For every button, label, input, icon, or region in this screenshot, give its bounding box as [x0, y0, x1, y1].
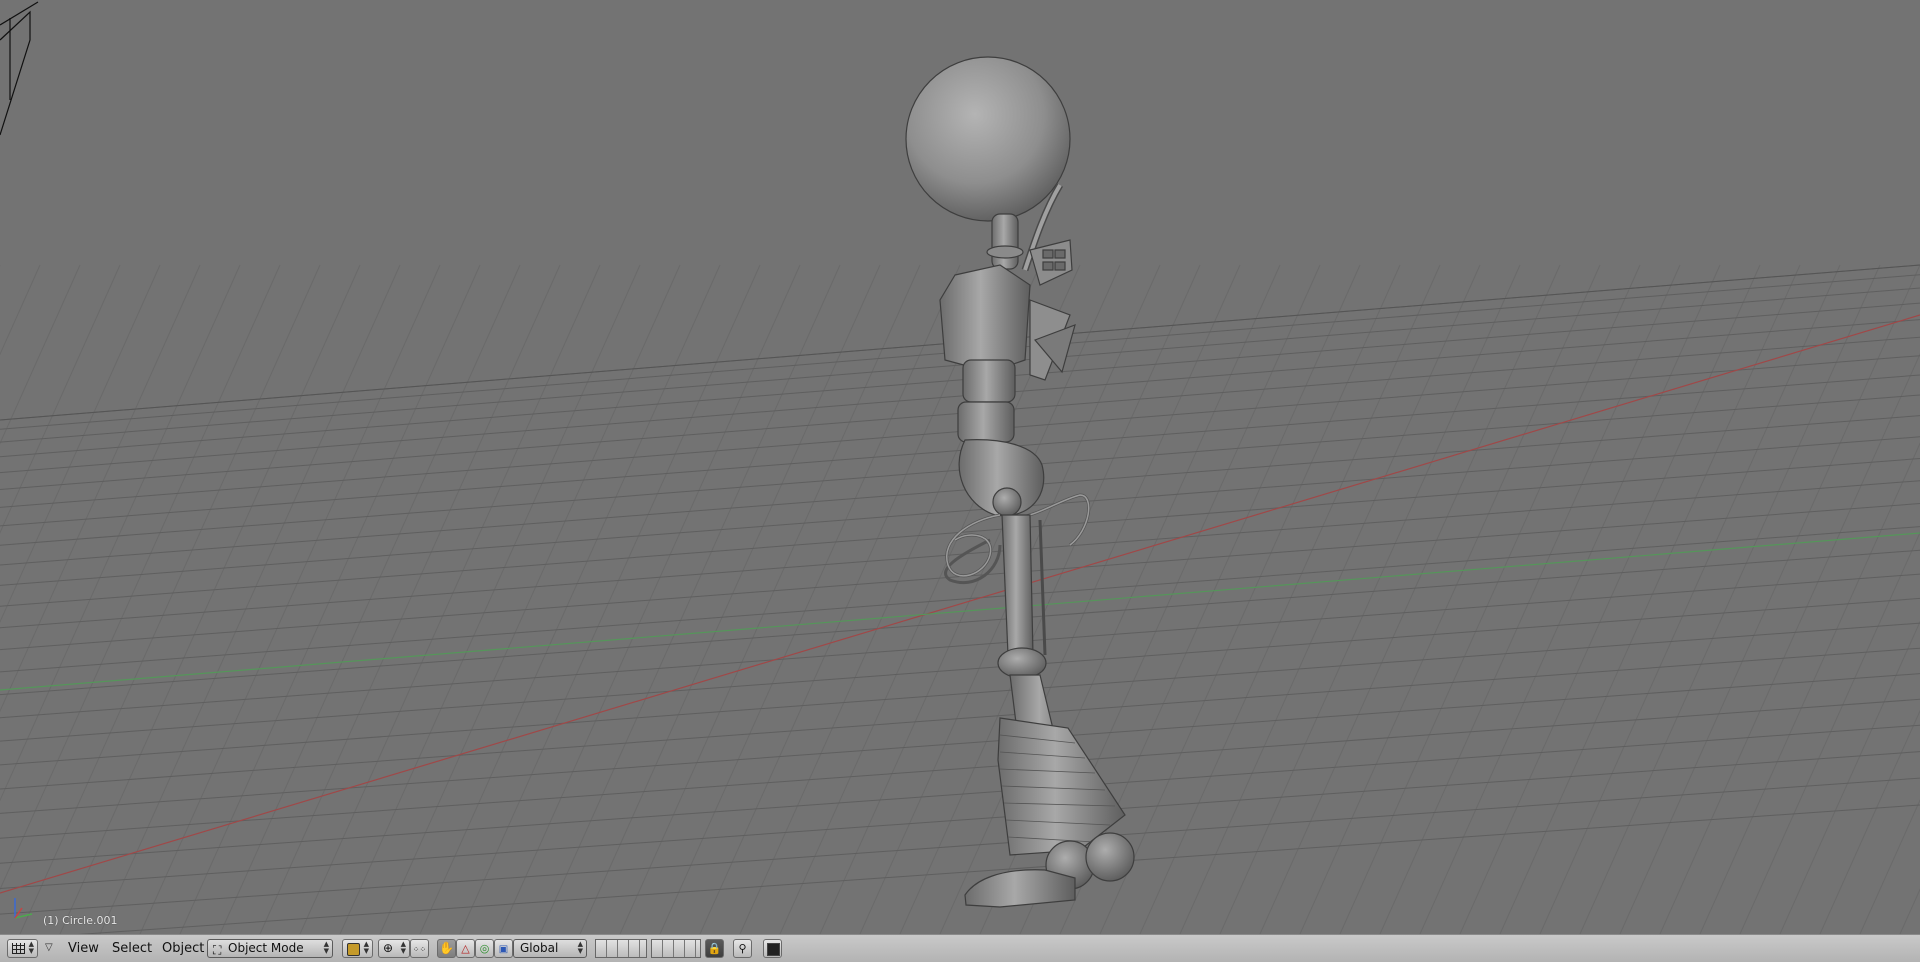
camera-object[interactable] [0, 1, 39, 136]
menu-view[interactable]: View [68, 940, 99, 958]
solid-shading-icon [347, 943, 360, 956]
object-mode-icon: ⛶ [213, 943, 222, 957]
triangle-icon: △ [461, 942, 470, 955]
viewport-header: ▲ ▼ ▽ View Select Object ⛶ Object Mode ▲ ▼… [0, 934, 1920, 962]
hand-icon: ✋ [439, 941, 454, 955]
render-icon [767, 943, 780, 956]
robot-head [905, 56, 1071, 222]
pivot-icon: ⊕ [383, 941, 394, 955]
viewport-scene [0, 1, 1920, 934]
active-object-label: (1) Circle.001 [43, 914, 118, 927]
dropdown-arrows-icon: ▲ ▼ [363, 940, 369, 955]
editor-type-button[interactable]: ▲ ▼ [7, 939, 38, 958]
layer-buttons-group-1[interactable] [595, 939, 647, 958]
lock-icon: 🔒 [707, 942, 722, 955]
collapse-menu-icon[interactable]: ▽ [45, 942, 53, 953]
robot-model[interactable] [905, 56, 1135, 908]
mode-selector[interactable]: ⛶ Object Mode ▲ ▼ [207, 939, 333, 958]
orientation-selector[interactable]: Global ▲ ▼ [513, 939, 587, 958]
render-preview-button[interactable] [763, 939, 782, 958]
layer-buttons-group-2[interactable] [651, 939, 701, 958]
manipulator-toggle[interactable]: ✋ [437, 939, 456, 958]
translate-manipulator[interactable]: △ [456, 939, 475, 958]
3d-viewport[interactable]: (1) Circle.001 [0, 0, 1920, 934]
dots-icon: ⁘⁘ [412, 945, 427, 954]
orientation-label: Global [520, 941, 559, 955]
dropdown-arrows-icon: ▲ ▼ [28, 940, 34, 955]
scale-manipulator[interactable]: ▣ [494, 939, 513, 958]
pivot-options-button[interactable]: ⁘⁘ [410, 939, 429, 958]
circle-icon: ◎ [479, 942, 490, 955]
dropdown-arrows-icon: ▲ ▼ [400, 940, 406, 955]
rotate-manipulator[interactable]: ◎ [475, 939, 494, 958]
menu-object[interactable]: Object [162, 940, 204, 958]
dropdown-arrows-icon: ▲ ▼ [323, 940, 329, 955]
dropdown-arrows-icon: ▲ ▼ [577, 940, 583, 955]
shading-selector[interactable]: ▲ ▼ [342, 939, 373, 958]
grid-editor-icon [12, 943, 25, 954]
floor-grid [0, 264, 1920, 934]
mode-label: Object Mode [228, 941, 304, 955]
pivot-selector[interactable]: ⊕ ▲ ▼ [378, 939, 410, 958]
link-icon: ⚲ [738, 942, 747, 955]
snap-button[interactable]: ⚲ [733, 939, 752, 958]
axis-gizmo [14, 898, 33, 919]
lock-layers-button[interactable]: 🔒 [705, 939, 724, 958]
menu-select[interactable]: Select [112, 940, 152, 958]
square-icon: ▣ [498, 944, 509, 955]
